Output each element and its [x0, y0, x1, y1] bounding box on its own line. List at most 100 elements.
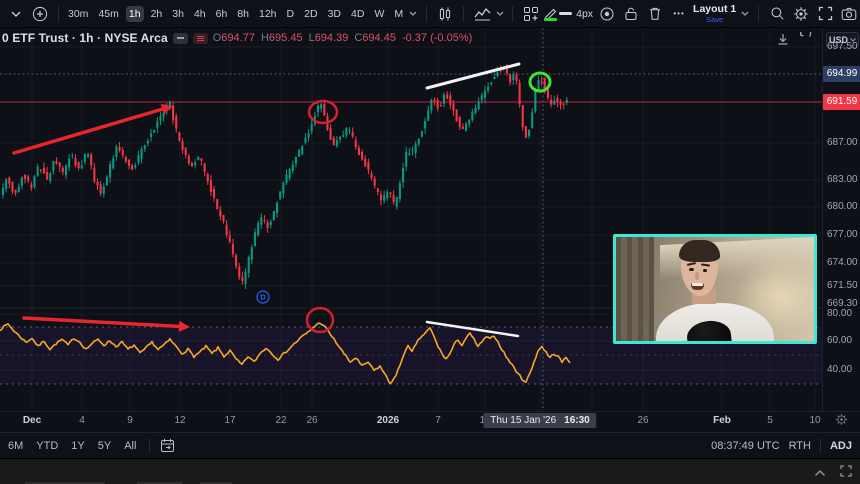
bottom-toolbar: 6M YTD 1Y 5Y All 08:37:49 UTC RTH ADJ: [0, 432, 860, 458]
range-6m[interactable]: 6M: [8, 440, 23, 452]
axis-gear-icon[interactable]: [835, 413, 848, 431]
chart-canvas[interactable]: D: [0, 28, 822, 411]
price-scale[interactable]: USD 697.50687.00683.00680.00677.00674.00…: [822, 28, 860, 411]
scale-tick: 674.00: [827, 256, 858, 270]
crosshair-date: Thu 15 Jan '26: [490, 415, 556, 426]
layout-save-label[interactable]: Save: [706, 16, 723, 24]
time-label: 26: [637, 415, 648, 426]
line-width-label[interactable]: 4px: [576, 8, 593, 20]
layout-selector[interactable]: Layout 1 Save: [693, 4, 736, 23]
time-label: 9: [127, 415, 133, 426]
scale-tick: 80.00: [827, 307, 852, 321]
price-label: 691.59: [823, 94, 860, 110]
symbol-search-chevron-icon[interactable]: [4, 3, 28, 25]
time-label: 22: [275, 415, 286, 426]
go-to-date-icon[interactable]: [160, 438, 175, 453]
drawn-trendline: [427, 64, 519, 88]
layout-name: Layout 1: [693, 4, 736, 15]
market-status-chip[interactable]: [173, 33, 188, 44]
clock-utc[interactable]: 08:37:49 UTC: [711, 440, 779, 452]
axis-settings-corner[interactable]: [822, 411, 860, 432]
panel-expand-icon[interactable]: [840, 464, 852, 482]
timeframe-W[interactable]: W: [371, 6, 387, 22]
time-label: 12: [174, 415, 185, 426]
timeframe-2h[interactable]: 2h: [148, 6, 166, 22]
layout-chevron-icon[interactable]: [738, 3, 752, 25]
timeframe-8h[interactable]: 8h: [234, 6, 252, 22]
lock-icon[interactable]: [619, 3, 643, 25]
time-label: 2026: [377, 415, 399, 426]
indicators-icon[interactable]: [470, 3, 494, 25]
drawn-circle: [309, 101, 337, 123]
time-label: Feb: [713, 415, 731, 426]
time-label: 4: [79, 415, 85, 426]
timeframe-12h[interactable]: 12h: [256, 6, 280, 22]
drawn-arrow: [24, 318, 179, 326]
screenshot-camera-icon[interactable]: [837, 3, 860, 25]
crosshair-date-label: Thu 15 Jan '26 16:30: [483, 413, 596, 428]
range-1y[interactable]: 1Y: [71, 440, 84, 452]
toolbar-separator: [758, 6, 759, 22]
tradingview-window: 30m45m1h2h3h4h6h8h12hD2D3D4DWM: [0, 0, 860, 484]
settings-gear-icon[interactable]: [789, 3, 813, 25]
timeframe-3h[interactable]: 3h: [169, 6, 187, 22]
timeframe-D[interactable]: D: [284, 6, 298, 22]
webcam-background: [616, 237, 814, 341]
adjust-toggle[interactable]: ADJ: [830, 440, 852, 452]
range-ytd[interactable]: YTD: [36, 440, 58, 452]
grid-layout-add-icon[interactable]: [519, 3, 543, 25]
video-player-strip: [0, 458, 860, 484]
timeframe-4D[interactable]: 4D: [348, 6, 367, 22]
price-label: 694.99: [823, 66, 860, 82]
timeframe-M[interactable]: M: [391, 6, 406, 22]
fullscreen-icon[interactable]: [813, 3, 837, 25]
timeframe-2D[interactable]: 2D: [301, 6, 320, 22]
range-all[interactable]: All: [124, 440, 136, 452]
bullseye-icon[interactable]: [595, 3, 619, 25]
trash-icon[interactable]: [643, 3, 667, 25]
time-axis[interactable]: Dec4912172226202671226Feb510Thu 15 Jan '…: [0, 411, 860, 432]
refresh-icon[interactable]: [798, 32, 812, 51]
toolbar-right-cluster: Trade Pu: [752, 3, 860, 25]
toolbar-separator: [426, 6, 427, 22]
session-label[interactable]: RTH: [789, 440, 811, 452]
range-5y[interactable]: 5Y: [98, 440, 111, 452]
timeframe-6h[interactable]: 6h: [213, 6, 231, 22]
download-icon[interactable]: [776, 32, 790, 51]
panel-collapse-chevron-icon[interactable]: [814, 464, 826, 482]
scale-tick: 697.50: [827, 40, 858, 54]
curtain: [616, 237, 654, 341]
scale-tick: 683.00: [827, 173, 858, 187]
top-toolbar: 30m45m 1h2h3h4h6h8h12hD2D 3D4DWM: [0, 0, 860, 28]
line-width-sample[interactable]: [558, 3, 576, 25]
timeframe-45m[interactable]: 45m: [95, 6, 121, 22]
time-label: Dec: [23, 415, 41, 426]
ohlc-close: 694.45: [362, 32, 396, 44]
timeframes-chevron-icon[interactable]: [406, 3, 420, 25]
symbol-title[interactable]: 0 ETF Trust · 1h · NYSE Arca: [2, 31, 168, 45]
timeframe-30m[interactable]: 30m: [65, 6, 91, 22]
timeframe-4h[interactable]: 4h: [191, 6, 209, 22]
crosshair-time: 16:30: [564, 415, 590, 426]
candle-series: [2, 64, 568, 289]
candlestick-style-icon[interactable]: [433, 3, 457, 25]
timeframe-1h[interactable]: 1h: [126, 6, 144, 22]
time-label: 10: [809, 415, 820, 426]
scale-tick: 671.50: [827, 279, 858, 293]
active-draw-color-indicator: [544, 18, 557, 21]
scale-tick: 680.00: [827, 200, 858, 214]
ohlc-low: 694.39: [315, 32, 349, 44]
draw-pencil-button[interactable]: [543, 6, 558, 21]
chart-header-icons: [776, 32, 812, 51]
add-symbol-icon[interactable]: [28, 3, 52, 25]
svg-text:D: D: [260, 293, 266, 302]
range-row: 6M YTD 1Y 5Y All: [8, 440, 149, 452]
toolbar-separator: [512, 6, 513, 22]
scale-tick: 40.00: [827, 363, 852, 377]
alert-chip[interactable]: [193, 33, 208, 44]
more-options-icon[interactable]: •••: [667, 3, 691, 25]
indicators-chevron-icon[interactable]: [494, 3, 506, 25]
quick-search-icon[interactable]: [765, 3, 789, 25]
scale-tick: 60.00: [827, 334, 852, 348]
timeframe-3D[interactable]: 3D: [325, 6, 344, 22]
